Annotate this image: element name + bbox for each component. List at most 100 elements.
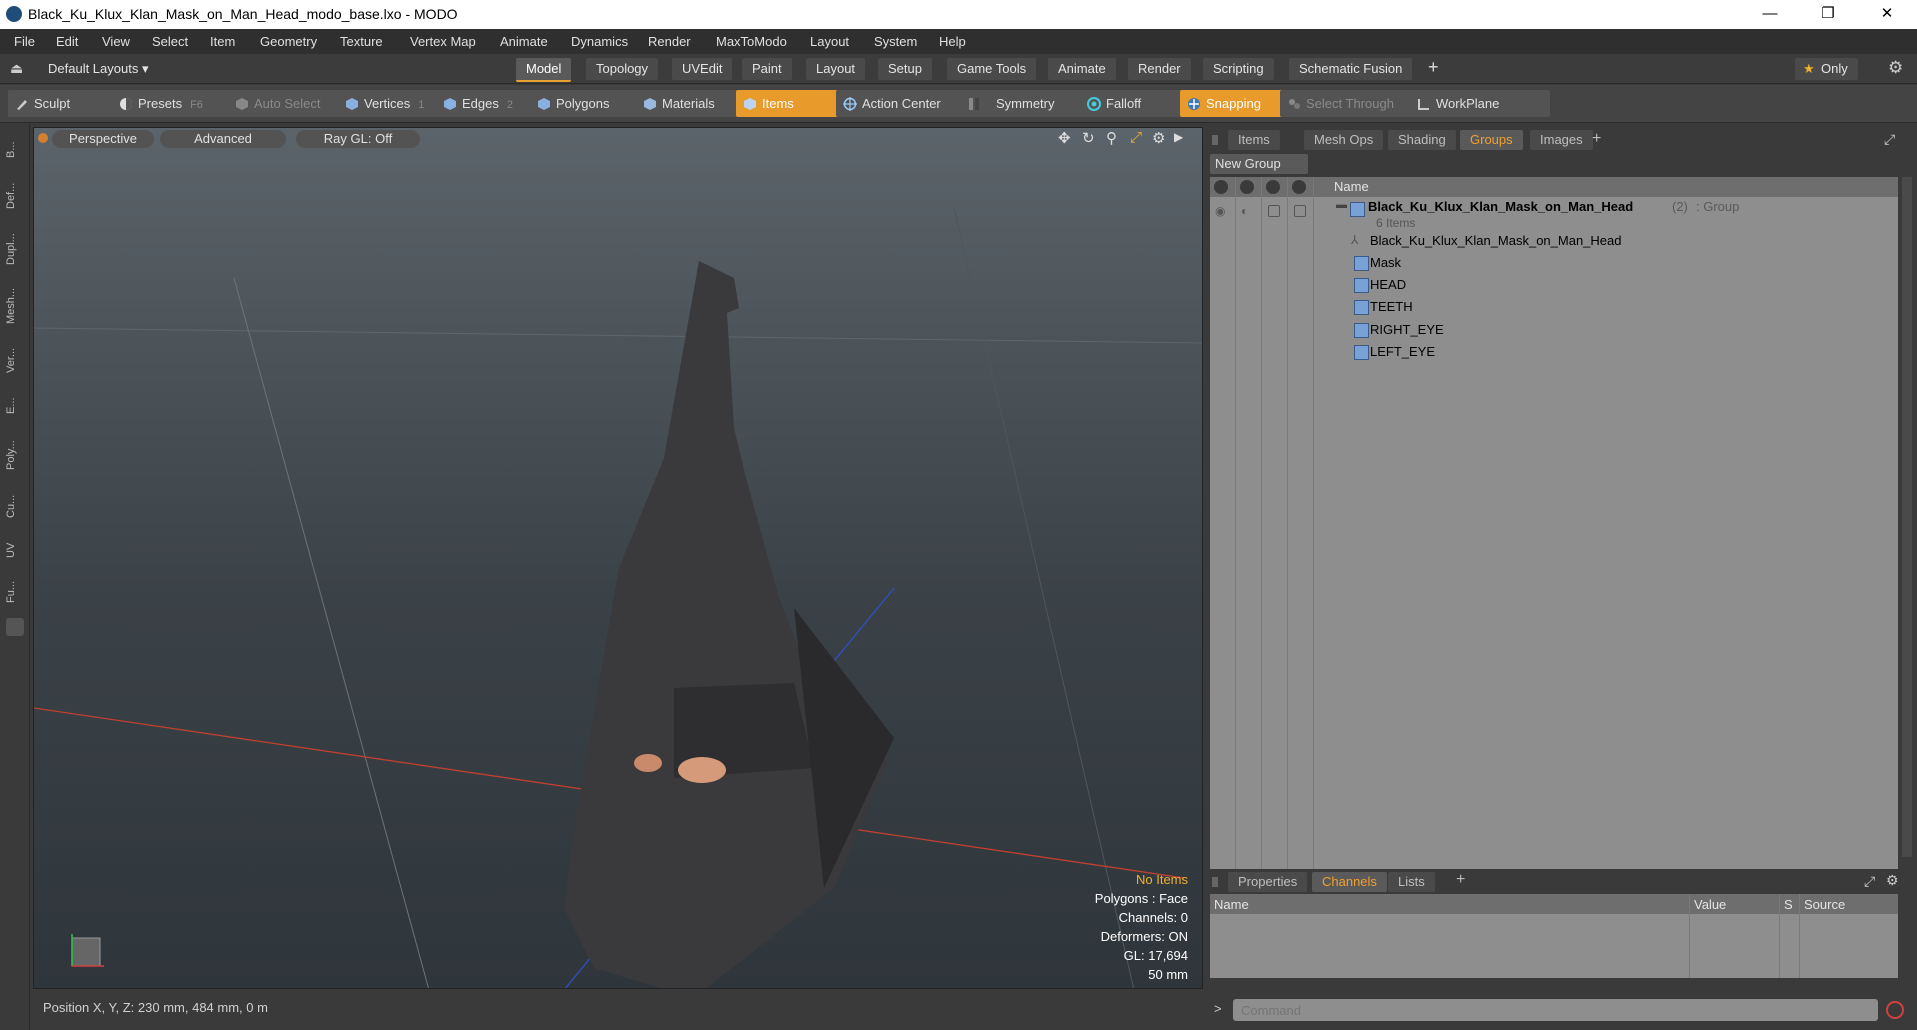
viewport-more-icon[interactable]: ▶ (1174, 130, 1183, 144)
tab-scripting[interactable]: Scripting (1203, 58, 1274, 80)
strip-tab-deformers[interactable]: Def... (5, 172, 25, 220)
strip-tab-b[interactable]: B... (5, 132, 25, 168)
add-tab-button[interactable]: + (1456, 871, 1465, 889)
menu-select[interactable]: Select (152, 34, 188, 49)
menu-render[interactable]: Render (648, 34, 691, 49)
menu-layout[interactable]: Layout (810, 34, 849, 49)
tab-animate[interactable]: Animate (1048, 58, 1116, 80)
expand-panel-icon[interactable]: ⤢ (1884, 131, 1895, 148)
tab-uvedit[interactable]: UVEdit (672, 58, 733, 80)
strip-tab-edge[interactable]: E... (5, 386, 25, 426)
expand-panel-icon[interactable]: ⤢ (1864, 873, 1875, 890)
group-collapse-arrow-icon[interactable]: ▬ (1336, 199, 1347, 211)
zoom-icon[interactable]: ⚲ (1106, 129, 1117, 147)
strip-expand-button[interactable] (6, 618, 24, 636)
lock-column-icon[interactable] (1266, 180, 1280, 194)
menu-vertex-map[interactable]: Vertex Map (410, 34, 476, 49)
menu-maxtomodo[interactable]: MaxToModo (716, 34, 787, 49)
tab-images[interactable]: Images (1530, 130, 1593, 150)
strip-tab-uv[interactable]: UV (5, 532, 25, 568)
menu-edit[interactable]: Edit (56, 34, 78, 49)
menu-view[interactable]: View (102, 34, 130, 49)
command-input[interactable] (1233, 999, 1878, 1021)
visibility-column-eye-icon[interactable] (1214, 180, 1228, 194)
groups-scrollbar[interactable] (1902, 177, 1912, 857)
gear-icon[interactable]: ⚙ (1888, 58, 1903, 78)
menu-geometry[interactable]: Geometry (260, 34, 317, 49)
grid-line (34, 327, 1202, 344)
add-layout-button[interactable]: + (1428, 57, 1439, 78)
menu-help[interactable]: Help (939, 34, 966, 49)
strip-tab-duplicate[interactable]: Dupl... (5, 224, 25, 274)
tab-schematic-fusion[interactable]: Schematic Fusion (1289, 58, 1413, 80)
strip-tab-polygon[interactable]: Poly... (5, 430, 25, 480)
fit-icon[interactable]: ⤢ (1130, 129, 1142, 146)
viewport-menu-dot[interactable] (38, 133, 48, 143)
layout-menu-icon[interactable]: ⏏ (10, 60, 23, 77)
rotate-icon[interactable]: ↻ (1082, 129, 1095, 147)
channel-value-column[interactable]: Value (1694, 897, 1726, 912)
menu-item[interactable]: Item (210, 34, 235, 49)
select-column-icon[interactable] (1292, 180, 1306, 194)
only-toggle[interactable]: ★ Only (1795, 58, 1858, 80)
tab-items[interactable]: Items (1228, 130, 1280, 150)
tab-topology[interactable]: Topology (586, 58, 659, 80)
tab-mesh-ops[interactable]: Mesh Ops (1304, 130, 1384, 150)
record-macro-icon[interactable] (1886, 1001, 1904, 1019)
strip-tab-mesh[interactable]: Mesh... (5, 278, 25, 334)
tab-channels[interactable]: Channels (1312, 872, 1387, 892)
group-lock-checkbox[interactable] (1268, 205, 1280, 217)
tab-model[interactable]: Model (516, 58, 572, 82)
3d-viewport[interactable]: Perspective Advanced Ray GL: Off ✥ ↻ ⚲ ⤢… (33, 127, 1203, 989)
tab-lists[interactable]: Lists (1388, 872, 1435, 892)
workplane-icon (1418, 99, 1429, 110)
group-visibility-eye-icon[interactable]: ◉ (1215, 204, 1225, 218)
strip-tab-curve[interactable]: Cu... (5, 484, 25, 528)
menu-animate[interactable]: Animate (500, 34, 548, 49)
render-column-icon[interactable] (1240, 180, 1254, 194)
tab-groups[interactable]: Groups (1460, 130, 1523, 150)
name-column-header[interactable]: Name (1334, 179, 1369, 194)
tree-item-locator[interactable]: Black_Ku_Klux_Klan_Mask_on_Man_Head (1370, 233, 1622, 248)
panel-grip[interactable] (1212, 135, 1218, 145)
group-name[interactable]: Black_Ku_Klux_Klan_Mask_on_Man_Head (1368, 199, 1633, 214)
tree-item-head[interactable]: HEAD (1370, 277, 1406, 292)
menu-dynamics[interactable]: Dynamics (571, 34, 628, 49)
group-type-label: : Group (1696, 199, 1740, 214)
tab-render[interactable]: Render (1128, 58, 1191, 80)
group-render-icon[interactable]: ◐ (1241, 204, 1248, 218)
menu-system[interactable]: System (874, 34, 917, 49)
tab-setup[interactable]: Setup (878, 58, 932, 80)
tab-shading[interactable]: Shading (1388, 130, 1456, 150)
panel-grip[interactable] (1212, 877, 1218, 887)
strip-tab-vertex[interactable]: Ver... (5, 338, 25, 382)
tab-layout[interactable]: Layout (806, 58, 866, 80)
perspective-dropdown[interactable]: Perspective (52, 130, 154, 148)
channel-source-column[interactable]: Source (1804, 897, 1845, 912)
close-button[interactable]: ✕ (1864, 0, 1910, 29)
channel-s-column[interactable]: S (1784, 897, 1793, 912)
menu-file[interactable]: File (14, 34, 35, 49)
tab-paint[interactable]: Paint (742, 58, 792, 80)
menu-texture[interactable]: Texture (340, 34, 383, 49)
channels-settings-icon[interactable]: ⚙ (1886, 872, 1899, 889)
tab-game-tools[interactable]: Game Tools (947, 58, 1037, 80)
tree-item-right-eye[interactable]: RIGHT_EYE (1370, 322, 1444, 337)
channel-name-column[interactable]: Name (1214, 897, 1249, 912)
tree-item-teeth[interactable]: TEETH (1370, 299, 1413, 314)
pan-icon[interactable]: ✥ (1058, 129, 1071, 147)
minimize-button[interactable]: — (1747, 0, 1793, 29)
viewport-settings-icon[interactable]: ⚙ (1152, 129, 1165, 147)
new-group-button[interactable]: New Group (1210, 154, 1308, 174)
default-layouts-dropdown[interactable]: Default Layouts ▾ (48, 61, 148, 77)
maximize-button[interactable]: ❐ (1805, 0, 1851, 29)
group-select-checkbox[interactable] (1294, 205, 1306, 217)
workplane-button[interactable]: WorkPlane (1410, 90, 1550, 117)
advanced-dropdown[interactable]: Advanced (160, 130, 286, 148)
tree-item-mask[interactable]: Mask (1370, 255, 1401, 270)
strip-tab-fusion[interactable]: Fu... (5, 572, 25, 612)
add-tab-button[interactable]: + (1592, 130, 1601, 148)
raygl-toggle[interactable]: Ray GL: Off (296, 130, 420, 148)
tree-item-left-eye[interactable]: LEFT_EYE (1370, 344, 1435, 359)
tab-properties[interactable]: Properties (1228, 872, 1308, 892)
